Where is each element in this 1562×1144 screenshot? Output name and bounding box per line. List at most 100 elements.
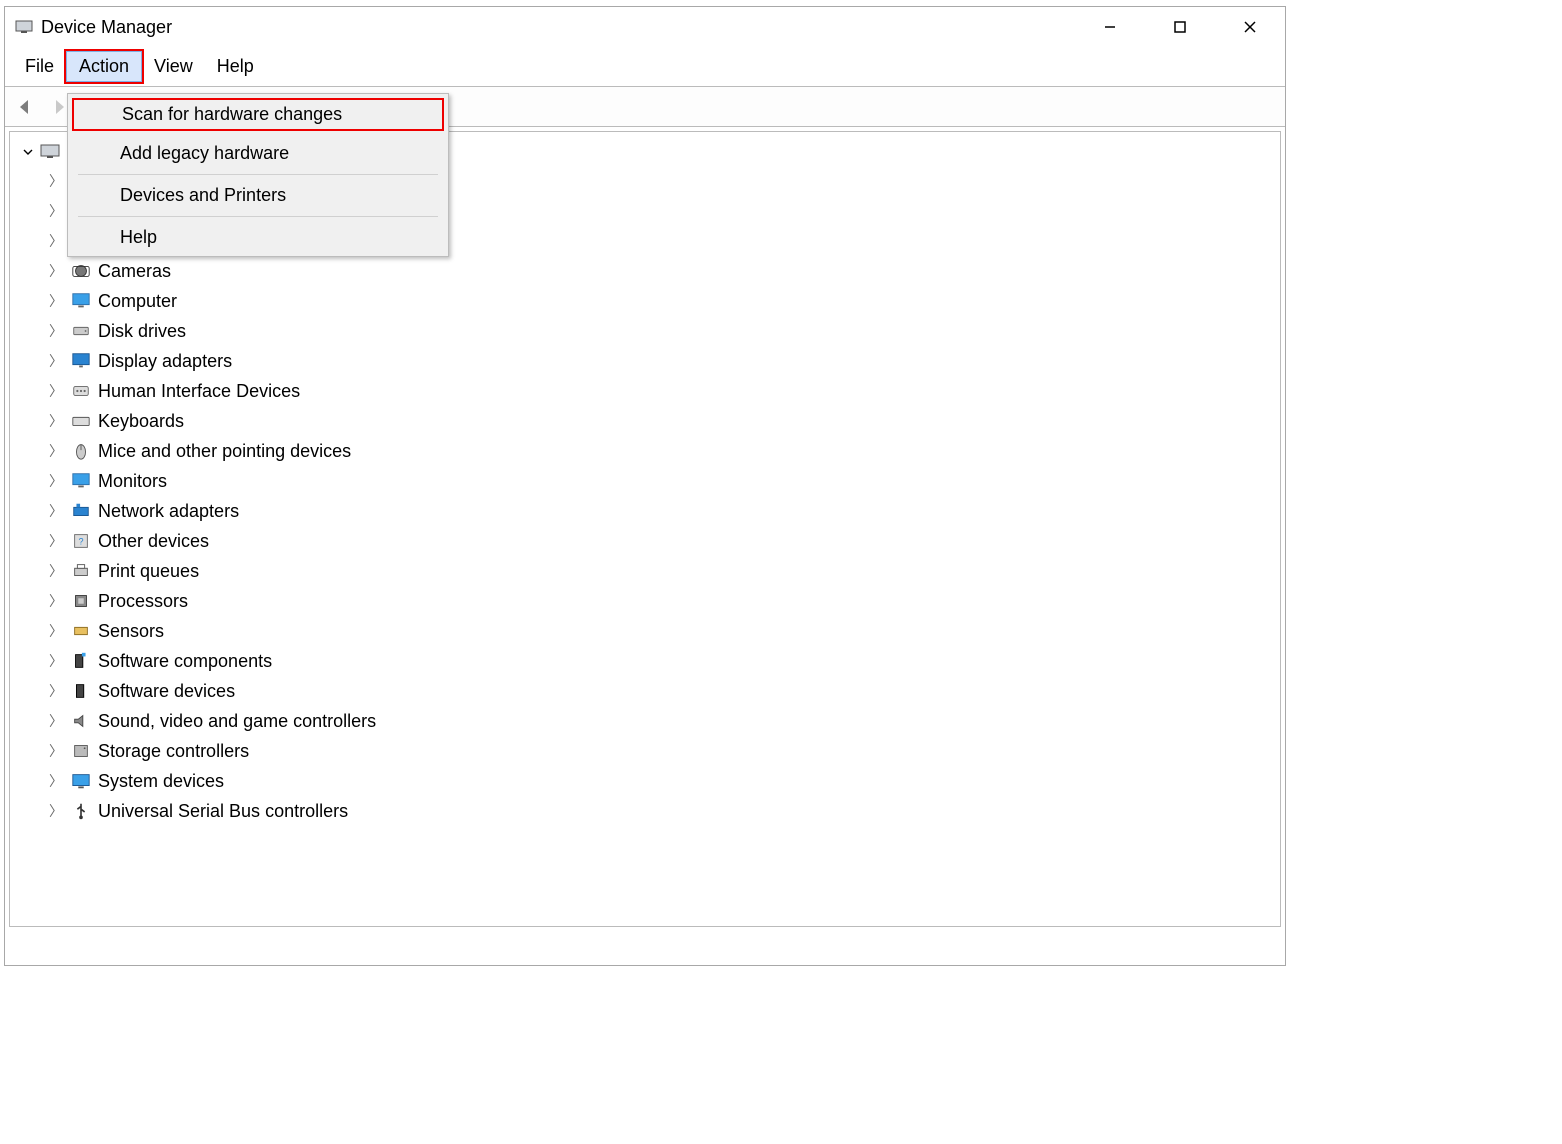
menu-separator [78,216,438,217]
chevron-right-icon: 〉 [48,651,64,671]
chevron-right-icon: 〉 [48,231,64,251]
tree-node-label: System devices [98,771,224,792]
tree-node-swcomp[interactable]: 〉 Software components [20,646,1276,676]
chevron-right-icon: 〉 [48,501,64,521]
tree-node-label: Network adapters [98,501,239,522]
chevron-right-icon: 〉 [48,411,64,431]
menu-item-add-legacy[interactable]: Add legacy hardware [68,135,448,172]
chevron-right-icon: 〉 [48,531,64,551]
device-manager-window: Device Manager File Action View Help [4,6,1286,966]
tree-node-label: Storage controllers [98,741,249,762]
window-controls [1075,7,1285,47]
tree-node-network[interactable]: 〉 Network adapters [20,496,1276,526]
window-title: Device Manager [41,17,172,38]
tree-node-label: Monitors [98,471,167,492]
tree-node-label: Universal Serial Bus controllers [98,801,348,822]
minimize-button[interactable] [1075,7,1145,47]
menu-help[interactable]: Help [205,52,266,81]
chevron-down-icon [20,142,36,163]
sensor-icon [70,620,92,642]
menu-separator [78,174,438,175]
usb-icon [70,800,92,822]
monitor-icon [70,470,92,492]
menu-view[interactable]: View [142,52,205,81]
menu-bar: File Action View Help [5,47,1285,87]
tree-node-system[interactable]: 〉 System devices [20,766,1276,796]
chevron-right-icon: 〉 [48,291,64,311]
tree-node-label: Sound, video and game controllers [98,711,376,732]
tree-node-label: Sensors [98,621,164,642]
tree-node-disk[interactable]: 〉 Disk drives [20,316,1276,346]
tree-node-hid[interactable]: 〉 Human Interface Devices [20,376,1276,406]
tree-node-label: Mice and other pointing devices [98,441,351,462]
swcomp-icon [70,650,92,672]
hid-icon [70,380,92,402]
app-icon [15,18,33,36]
chevron-right-icon: 〉 [48,771,64,791]
tree-node-label: Keyboards [98,411,184,432]
tree-node-other[interactable]: 〉?Other devices [20,526,1276,556]
chevron-right-icon: 〉 [48,681,64,701]
tree-node-swdev[interactable]: 〉 Software devices [20,676,1276,706]
tree-node-cpu[interactable]: 〉 Processors [20,586,1276,616]
tree-node-keyboard[interactable]: 〉 Keyboards [20,406,1276,436]
close-button[interactable] [1215,7,1285,47]
chevron-right-icon: 〉 [48,561,64,581]
title-bar: Device Manager [5,7,1285,47]
chevron-right-icon: 〉 [48,321,64,341]
action-dropdown-menu: Scan for hardware changes Add legacy har… [67,93,449,257]
tree-node-label: Display adapters [98,351,232,372]
tree-node-display[interactable]: 〉 Display adapters [20,346,1276,376]
chevron-right-icon: 〉 [48,711,64,731]
menu-action[interactable]: Action [66,51,142,82]
tree-node-monitor[interactable]: 〉Computer [20,286,1276,316]
tree-node-usb[interactable]: 〉 Universal Serial Bus controllers [20,796,1276,826]
menu-item-devices-printers[interactable]: Devices and Printers [68,177,448,214]
swdev-icon [70,680,92,702]
cpu-icon [70,590,92,612]
menu-item-scan-hardware[interactable]: Scan for hardware changes [70,96,446,133]
tree-node-monitor[interactable]: 〉 Monitors [20,466,1276,496]
tree-node-camera[interactable]: 〉 Cameras [20,256,1276,286]
system-icon [70,770,92,792]
tree-node-label: Disk drives [98,321,186,342]
disk-icon [70,320,92,342]
chevron-right-icon: 〉 [48,621,64,641]
svg-text:?: ? [78,537,83,547]
tree-node-label: Cameras [98,261,171,282]
tree-node-sound[interactable]: 〉 Sound, video and game controllers [20,706,1276,736]
maximize-button[interactable] [1145,7,1215,47]
tree-node-mouse[interactable]: 〉 Mice and other pointing devices [20,436,1276,466]
tree-node-label: Software devices [98,681,235,702]
chevron-right-icon: 〉 [48,471,64,491]
network-icon [70,500,92,522]
tree-node-label: Print queues [98,561,199,582]
chevron-right-icon: 〉 [48,591,64,611]
chevron-right-icon: 〉 [48,741,64,761]
printer-icon [70,560,92,582]
storage-icon [70,740,92,762]
menu-file[interactable]: File [13,52,66,81]
keyboard-icon [70,410,92,432]
tree-node-printer[interactable]: 〉 Print queues [20,556,1276,586]
chevron-right-icon: 〉 [48,801,64,821]
tree-node-sensor[interactable]: 〉 Sensors [20,616,1276,646]
chevron-right-icon: 〉 [48,171,64,191]
other-icon: ? [70,530,92,552]
camera-icon [70,260,92,282]
chevron-right-icon: 〉 [48,261,64,281]
tree-node-label: Human Interface Devices [98,381,300,402]
tree-node-storage[interactable]: 〉 Storage controllers [20,736,1276,766]
menu-item-help[interactable]: Help [68,219,448,256]
computer-root-icon [40,143,60,161]
display-icon [70,350,92,372]
tree-node-label: Software components [98,651,272,672]
chevron-right-icon: 〉 [48,441,64,461]
back-button[interactable] [13,94,39,120]
chevron-right-icon: 〉 [48,201,64,221]
chevron-right-icon: 〉 [48,381,64,401]
tree-node-label: Processors [98,591,188,612]
chevron-right-icon: 〉 [48,351,64,371]
mouse-icon [70,440,92,462]
monitor-icon [70,290,92,312]
